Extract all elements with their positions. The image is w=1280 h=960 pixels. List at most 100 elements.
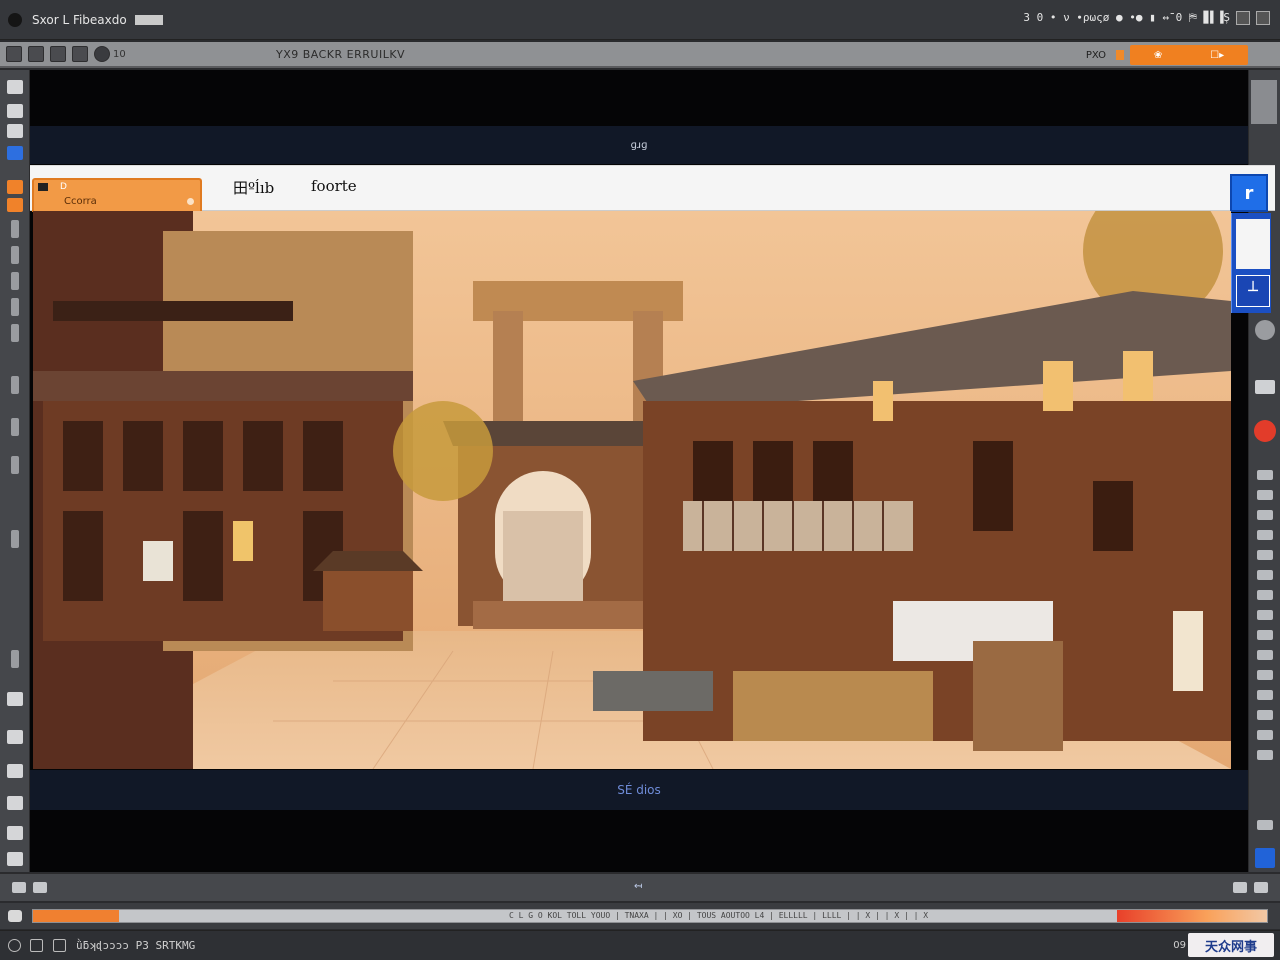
street-scene-image xyxy=(33,211,1231,769)
eraser-icon[interactable] xyxy=(7,104,23,118)
layers-icon[interactable] xyxy=(1251,80,1277,124)
mode-button[interactable] xyxy=(1255,848,1275,868)
canvas-bottom-label: SÉ dios xyxy=(617,783,661,797)
color-swatch-icon[interactable] xyxy=(1116,50,1124,60)
undo-icon[interactable] xyxy=(28,46,44,62)
side-panel-preview[interactable] xyxy=(1236,219,1270,269)
panel-close-icon[interactable] xyxy=(187,198,194,205)
left-tool-strip xyxy=(0,70,30,872)
panel-label: Ccorra xyxy=(64,196,97,207)
adjust-icon[interactable] xyxy=(1257,530,1273,540)
toolbar-number: 10 xyxy=(113,48,126,60)
toolbar-right-group: PXO ❀ ☐▸ xyxy=(1086,44,1248,66)
blur-icon[interactable] xyxy=(7,826,23,840)
play-icon[interactable] xyxy=(8,910,22,922)
adjust-icon[interactable] xyxy=(1257,470,1273,480)
adjust-icon[interactable] xyxy=(1257,750,1273,760)
back-icon[interactable] xyxy=(8,939,21,952)
text-icon[interactable] xyxy=(7,852,23,866)
picker-icon[interactable] xyxy=(7,180,23,194)
canvas-top-band: ɡɹɡ xyxy=(30,126,1248,164)
panel-icon xyxy=(38,183,48,191)
timeline-track[interactable]: C L G O KOL TOLL YOUO | TNAXA | | XO | T… xyxy=(32,909,1268,923)
slider-icon[interactable] xyxy=(11,418,19,436)
timeline-progress xyxy=(33,910,120,922)
expand-icon[interactable] xyxy=(1254,882,1268,893)
adjust-icon[interactable] xyxy=(1257,550,1273,560)
canvas-top-label: ɡɹɡ xyxy=(630,139,648,151)
minimize-button[interactable] xyxy=(1236,11,1250,25)
zoom-icon[interactable] xyxy=(7,146,23,160)
save-icon[interactable] xyxy=(72,46,88,62)
side-panel-button[interactable]: ┴ xyxy=(1236,275,1270,307)
adjust-icon[interactable] xyxy=(1257,710,1273,720)
toolbar-right-label[interactable]: PXO xyxy=(1086,50,1106,61)
main-toolbar: 10 YX9 BACKR ERRUILKV PXO ❀ ☐▸ xyxy=(0,42,1280,68)
settings-icon[interactable] xyxy=(1255,320,1275,340)
window-status-text: 3 0 • ν ∙ρωςø ● •● ▮ ↔̄̄ 0 ⛿ ▊▌▐̹S xyxy=(1023,11,1230,24)
status-row: ↤̴ xyxy=(0,873,1280,901)
stamp-icon[interactable] xyxy=(7,692,23,706)
record-icon[interactable] xyxy=(94,46,110,62)
smudge-icon[interactable] xyxy=(7,730,23,744)
document-header: D Ccorra 田ºĺıb foorte r xyxy=(30,165,1275,212)
adjust-icon[interactable] xyxy=(1257,490,1273,500)
record-icon[interactable] xyxy=(1254,420,1276,442)
adjust-icon[interactable] xyxy=(1257,690,1273,700)
flower-icon: ❀ xyxy=(1153,49,1163,61)
adjust-icon[interactable] xyxy=(1257,570,1273,580)
canvas-stage: ɡɹɡ D Ccorra 田ºĺıb foorte r ┴ SÉ dios xyxy=(30,70,1275,872)
home-icon[interactable] xyxy=(6,46,22,62)
close-button[interactable] xyxy=(1256,11,1270,25)
timeline-gradient xyxy=(1117,910,1267,922)
title-bar: Sxor L Fibeaxdo 3 0 • ν ∙ρωςø ● •● ▮ ↔̄̄… xyxy=(0,0,1280,40)
tab-one[interactable]: 田ºĺıb xyxy=(233,177,274,198)
adjust-icon[interactable] xyxy=(1257,820,1273,830)
bottom-code-text: ǜƃʞɖɔɔɔɔ P3 SRTKMG xyxy=(76,939,196,952)
fill-icon[interactable] xyxy=(7,198,23,212)
bottom-right-text: 09 xyxy=(1173,940,1186,951)
artwork-canvas[interactable] xyxy=(33,211,1231,769)
redo-icon[interactable] xyxy=(50,46,66,62)
camera-icon[interactable] xyxy=(53,939,66,952)
ruler-icon[interactable] xyxy=(11,324,19,342)
hand-icon[interactable] xyxy=(7,764,23,778)
ruler-icon[interactable] xyxy=(11,220,19,238)
slider-icon[interactable] xyxy=(11,456,19,474)
adjust-icon[interactable] xyxy=(1257,650,1273,660)
adjust-icon[interactable] xyxy=(1257,590,1273,600)
active-panel-tab[interactable]: D Ccorra xyxy=(32,178,202,212)
app-logo-icon xyxy=(8,12,22,27)
grid-icon[interactable] xyxy=(1233,882,1247,893)
window-status-area: 3 0 • ν ∙ρωςø ● •● ▮ ↔̄̄ 0 ⛿ ▊▌▐̹S xyxy=(1023,11,1270,25)
history-icon[interactable] xyxy=(1255,380,1275,394)
adjust-icon[interactable] xyxy=(1257,630,1273,640)
adjust-icon[interactable] xyxy=(1257,610,1273,620)
adjust-icon[interactable] xyxy=(1257,670,1273,680)
panel-top-label: D xyxy=(60,182,67,192)
bottom-bar: ǜƃʞɖɔɔɔɔ P3 SRTKMG 09 天众网事 xyxy=(0,930,1280,960)
pin-icon[interactable] xyxy=(30,939,43,952)
slider-icon[interactable] xyxy=(11,530,19,548)
timeline-bar: C L G O KOL TOLL YOUO | TNAXA | | XO | T… xyxy=(0,903,1280,929)
adjust-icon[interactable] xyxy=(1257,510,1273,520)
blue-action-button[interactable]: r xyxy=(1230,174,1268,212)
dodge-icon[interactable] xyxy=(7,796,23,810)
ruler-icon[interactable] xyxy=(11,272,19,290)
tab-two[interactable]: foorte xyxy=(311,177,357,195)
blue-action-label: r xyxy=(1244,182,1254,204)
slider-icon[interactable] xyxy=(11,650,19,668)
brush-icon[interactable] xyxy=(7,80,23,94)
orange-tab-button[interactable]: ❀ ☐▸ xyxy=(1130,45,1248,65)
adjust-icon[interactable] xyxy=(1257,730,1273,740)
image-icon[interactable] xyxy=(33,882,47,893)
ruler-icon[interactable] xyxy=(11,246,19,264)
slider-icon[interactable] xyxy=(11,376,19,394)
status-center-label: ↤̴ xyxy=(634,881,643,892)
window-title: Sxor L Fibeaxdo xyxy=(32,12,127,27)
ruler-icon[interactable] xyxy=(11,298,19,316)
camera-icon[interactable] xyxy=(12,882,26,893)
title-field-icon xyxy=(134,14,163,25)
lasso-icon[interactable] xyxy=(7,124,23,138)
timeline-markers: C L G O KOL TOLL YOUO | TNAXA | | XO | T… xyxy=(509,911,929,920)
